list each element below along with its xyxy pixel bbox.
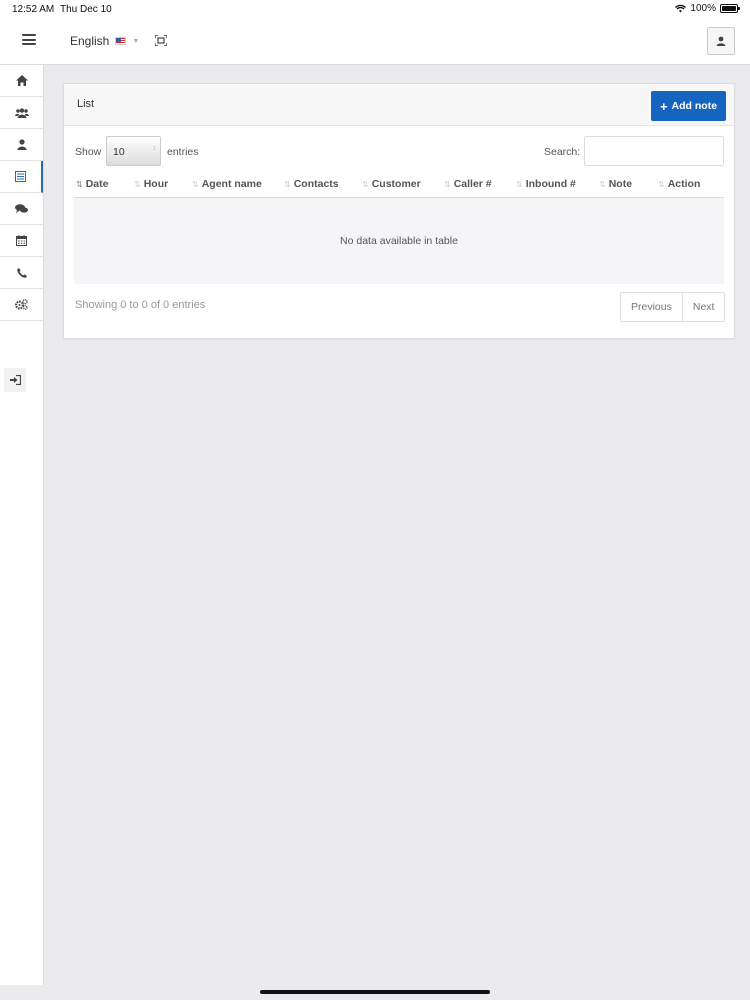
sort-icon: ⇅ [362,179,369,189]
sidebar-item-user[interactable] [0,129,43,161]
caret-down-icon: ▼ [132,37,140,45]
table-row: No data available in table [74,197,724,284]
sidebar-item-list[interactable] [0,161,43,193]
sidebar-item-phone[interactable] [0,257,43,289]
sort-icon: ⇅ [658,179,665,189]
empty-table-message: No data available in table [74,197,724,284]
users-icon [14,107,29,118]
gears-icon [15,299,28,310]
column-header-note[interactable]: ⇅ Note [597,171,656,198]
column-header-caller[interactable]: ⇅ Caller # [442,171,514,198]
column-header-inbound[interactable]: ⇅ Inbound # [514,171,597,198]
logout-button[interactable] [4,368,26,392]
table-header-row: ⇅ Date ⇅ Hour ⇅ Agent name ⇅ Contacts ⇅ Custo… [74,171,724,198]
column-header-contacts[interactable]: ⇅ Contacts [282,171,360,198]
sort-icon: ⇅ [516,179,523,189]
fullscreen-icon[interactable] [155,35,167,46]
status-time: 12:52 AM [12,4,55,15]
battery-percent: 100% [690,3,716,14]
page-size-select[interactable]: 10 [106,136,161,166]
language-selector[interactable]: English ▼ [70,34,139,48]
column-header-action[interactable]: ⇅ Action [656,171,724,198]
search-input[interactable] [584,136,724,166]
notes-table: ⇅ Date ⇅ Hour ⇅ Agent name ⇅ Contacts ⇅ Custo… [74,171,724,284]
status-bar: 12:52 AM Thu Dec 10 100% [0,0,750,18]
home-indicator[interactable] [260,990,490,994]
us-flag-icon [115,37,127,45]
notes-panel: List + Add note Show 10 entries Search: … [63,83,735,339]
list-icon [15,171,26,182]
sign-out-icon [9,375,21,385]
sidebar-item-users[interactable] [0,97,43,129]
entries-label: entries [167,146,199,158]
sort-icon: ⇅ [444,179,451,189]
sidebar [0,65,44,985]
sidebar-item-chat[interactable] [0,193,43,225]
sidebar-item-calendar[interactable] [0,225,43,257]
user-icon [16,139,27,150]
menu-toggle-icon[interactable] [22,34,36,45]
add-note-label: Add note [671,100,718,112]
column-header-agent-name[interactable]: ⇅ Agent name [190,171,282,198]
add-note-button[interactable]: + Add note [651,91,726,121]
sort-icon: ⇅ [134,179,141,189]
home-icon [15,75,28,86]
calendar-icon [16,235,27,246]
show-label: Show [75,146,102,158]
sort-icon: ⇅ [192,179,199,189]
column-header-customer[interactable]: ⇅ Customer [360,171,442,198]
column-header-date[interactable]: ⇅ Date [74,171,132,198]
phone-icon [16,267,27,278]
plus-icon: + [659,98,668,114]
search-label: Search: [544,146,581,158]
status-right: 100% [675,3,740,14]
column-header-hour[interactable]: ⇅ Hour [132,171,190,198]
user-menu-button[interactable] [707,27,735,55]
sort-asc-icon: ⇅ [76,179,83,189]
sidebar-item-settings[interactable] [0,289,43,321]
battery-icon [720,4,740,13]
status-date: Thu Dec 10 [60,4,112,15]
next-page-button[interactable]: Next [681,293,725,321]
wifi-icon [675,4,687,13]
top-navbar: English ▼ [0,18,750,65]
pagination: Previous Next [620,292,726,322]
table-info: Showing 0 to 0 of 0 entries [75,299,206,311]
panel-header: List + Add note [64,84,734,126]
language-label: English [70,34,110,48]
chat-icon [15,203,28,213]
previous-page-button[interactable]: Previous [621,293,682,321]
user-icon [716,36,726,46]
sort-icon: ⇅ [284,179,291,189]
panel-title: List [77,98,95,110]
sidebar-item-home[interactable] [0,65,43,97]
sort-icon: ⇅ [599,179,606,189]
